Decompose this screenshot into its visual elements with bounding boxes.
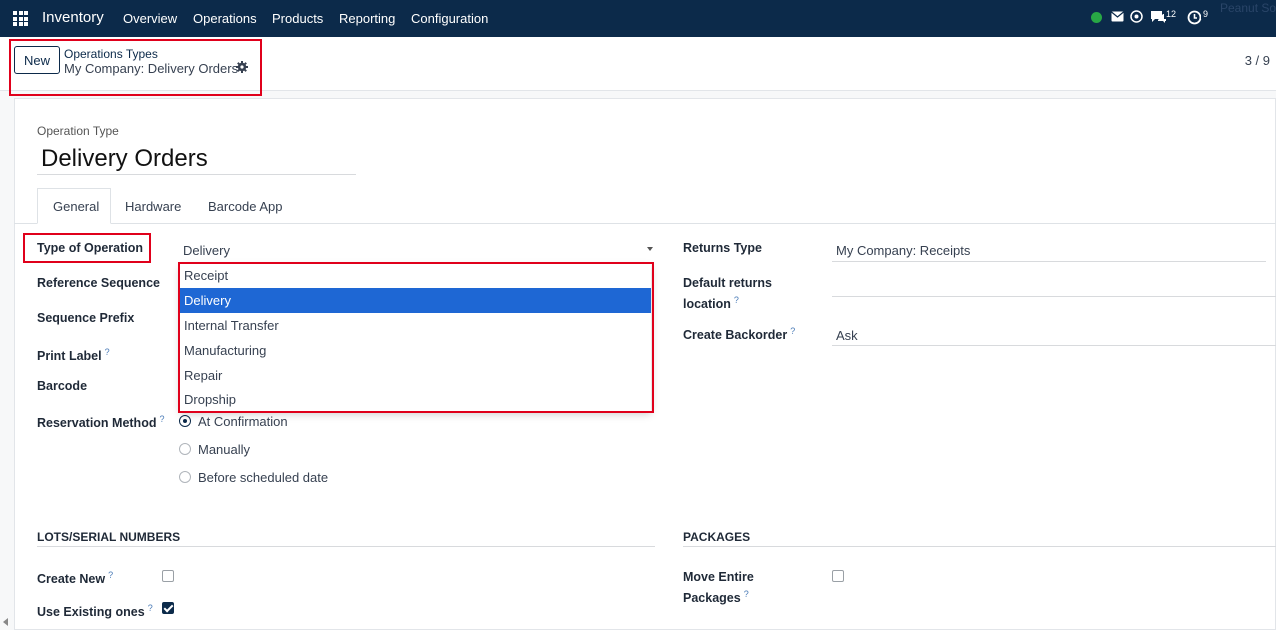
print-label-label: Print Label? — [37, 347, 110, 364]
menu-products[interactable]: Products — [272, 11, 323, 26]
control-panel: New Operations Types My Company: Deliver… — [0, 37, 1276, 91]
returns-type-label: Returns Type — [683, 241, 762, 255]
help-icon[interactable]: ? — [105, 347, 110, 357]
lots-section-divider — [37, 546, 655, 547]
pager-value[interactable]: 3 / 9 — [1245, 53, 1270, 68]
apps-menu-icon[interactable] — [13, 11, 28, 26]
radio-at-confirmation[interactable] — [179, 415, 191, 427]
menu-configuration[interactable]: Configuration — [411, 11, 488, 26]
radio-before-scheduled-date[interactable] — [179, 471, 191, 483]
top-navbar: Inventory Overview Operations Products R… — [0, 0, 1276, 37]
option-internal-transfer[interactable]: Internal Transfer — [180, 313, 651, 338]
option-repair[interactable]: Repair — [180, 363, 651, 388]
move-entire-packages-checkbox[interactable] — [832, 570, 844, 582]
use-existing-label: Use Existing ones? — [37, 603, 153, 620]
option-manufacturing[interactable]: Manufacturing — [180, 338, 651, 363]
help-icon[interactable]: ? — [744, 589, 749, 599]
create-backorder-underline — [832, 345, 1276, 346]
tab-general[interactable]: General — [53, 199, 99, 214]
option-delivery[interactable]: Delivery — [180, 288, 651, 313]
radio-manually[interactable] — [179, 443, 191, 455]
returns-type-input[interactable]: My Company: Receipts — [836, 243, 970, 258]
tab-hardware[interactable]: Hardware — [125, 199, 181, 214]
packages-section-divider — [683, 546, 1276, 547]
reservation-method-label: Reservation Method? — [37, 414, 165, 431]
menu-overview[interactable]: Overview — [123, 11, 177, 26]
title-underline — [37, 174, 356, 175]
chevron-down-icon[interactable] — [647, 247, 653, 251]
help-icon[interactable]: ? — [159, 414, 164, 424]
radio-label-manually: Manually — [198, 442, 251, 457]
gear-icon[interactable] — [236, 61, 248, 73]
lots-serial-section-title: LOTS/SERIAL NUMBERS — [37, 530, 181, 544]
create-backorder-label: Create Backorder? — [683, 326, 796, 343]
create-new-checkbox[interactable] — [162, 570, 174, 582]
breadcrumb-parent[interactable]: Operations Types — [64, 47, 158, 61]
create-backorder-select[interactable]: Ask — [836, 328, 858, 343]
online-status-icon — [1091, 12, 1102, 23]
breadcrumb-current: My Company: Delivery Orders — [64, 61, 239, 76]
returns-type-underline — [832, 261, 1266, 262]
type-of-operation-dropdown: Receipt Delivery Internal Transfer Manuf… — [180, 264, 651, 411]
reference-sequence-label: Reference Sequence — [37, 276, 160, 290]
option-dropship[interactable]: Dropship — [180, 388, 651, 411]
new-button[interactable]: New — [14, 46, 60, 74]
use-existing-checkbox[interactable] — [162, 602, 174, 614]
scroll-left-arrow-icon[interactable] — [3, 618, 8, 626]
operation-type-label: Operation Type — [37, 124, 119, 138]
help-icon[interactable]: ? — [790, 326, 795, 336]
menu-operations[interactable]: Operations — [193, 11, 257, 26]
option-receipt[interactable]: Receipt — [180, 264, 651, 288]
move-entire-label-line1: Move Entire — [683, 570, 754, 584]
help-icon[interactable]: ? — [148, 603, 153, 613]
whatsapp-icon[interactable] — [1130, 10, 1143, 23]
packages-section-title: PACKAGES — [683, 530, 751, 544]
default-returns-input[interactable] — [832, 296, 1276, 297]
sequence-prefix-label: Sequence Prefix — [37, 311, 135, 325]
default-returns-label-line1: Default returns — [683, 276, 772, 290]
radio-label-at-confirmation: At Confirmation — [198, 414, 288, 429]
company-switcher[interactable]: Peanut So — [1220, 1, 1276, 15]
activities-clock-icon[interactable] — [1187, 10, 1202, 25]
radio-label-before-scheduled-date: Before scheduled date — [198, 470, 329, 485]
default-returns-label-line2: location? — [683, 295, 739, 312]
messages-count-badge: 12 — [1164, 9, 1179, 19]
app-name[interactable]: Inventory — [42, 9, 104, 26]
activities-count-badge: 9 — [1201, 9, 1211, 19]
help-icon[interactable]: ? — [734, 295, 739, 305]
mail-icon[interactable] — [1111, 11, 1124, 22]
type-of-operation-select[interactable]: Delivery — [183, 243, 230, 258]
help-icon[interactable]: ? — [108, 570, 113, 580]
tab-divider — [14, 223, 1276, 224]
move-entire-label-line2: Packages? — [683, 589, 749, 606]
type-of-operation-label: Type of Operation — [37, 241, 144, 255]
operation-type-name-input[interactable]: Delivery Orders — [41, 145, 208, 173]
barcode-label: Barcode — [37, 379, 88, 393]
menu-reporting[interactable]: Reporting — [339, 11, 395, 26]
tab-barcode-app[interactable]: Barcode App — [208, 199, 282, 214]
create-new-label: Create New? — [37, 570, 114, 587]
